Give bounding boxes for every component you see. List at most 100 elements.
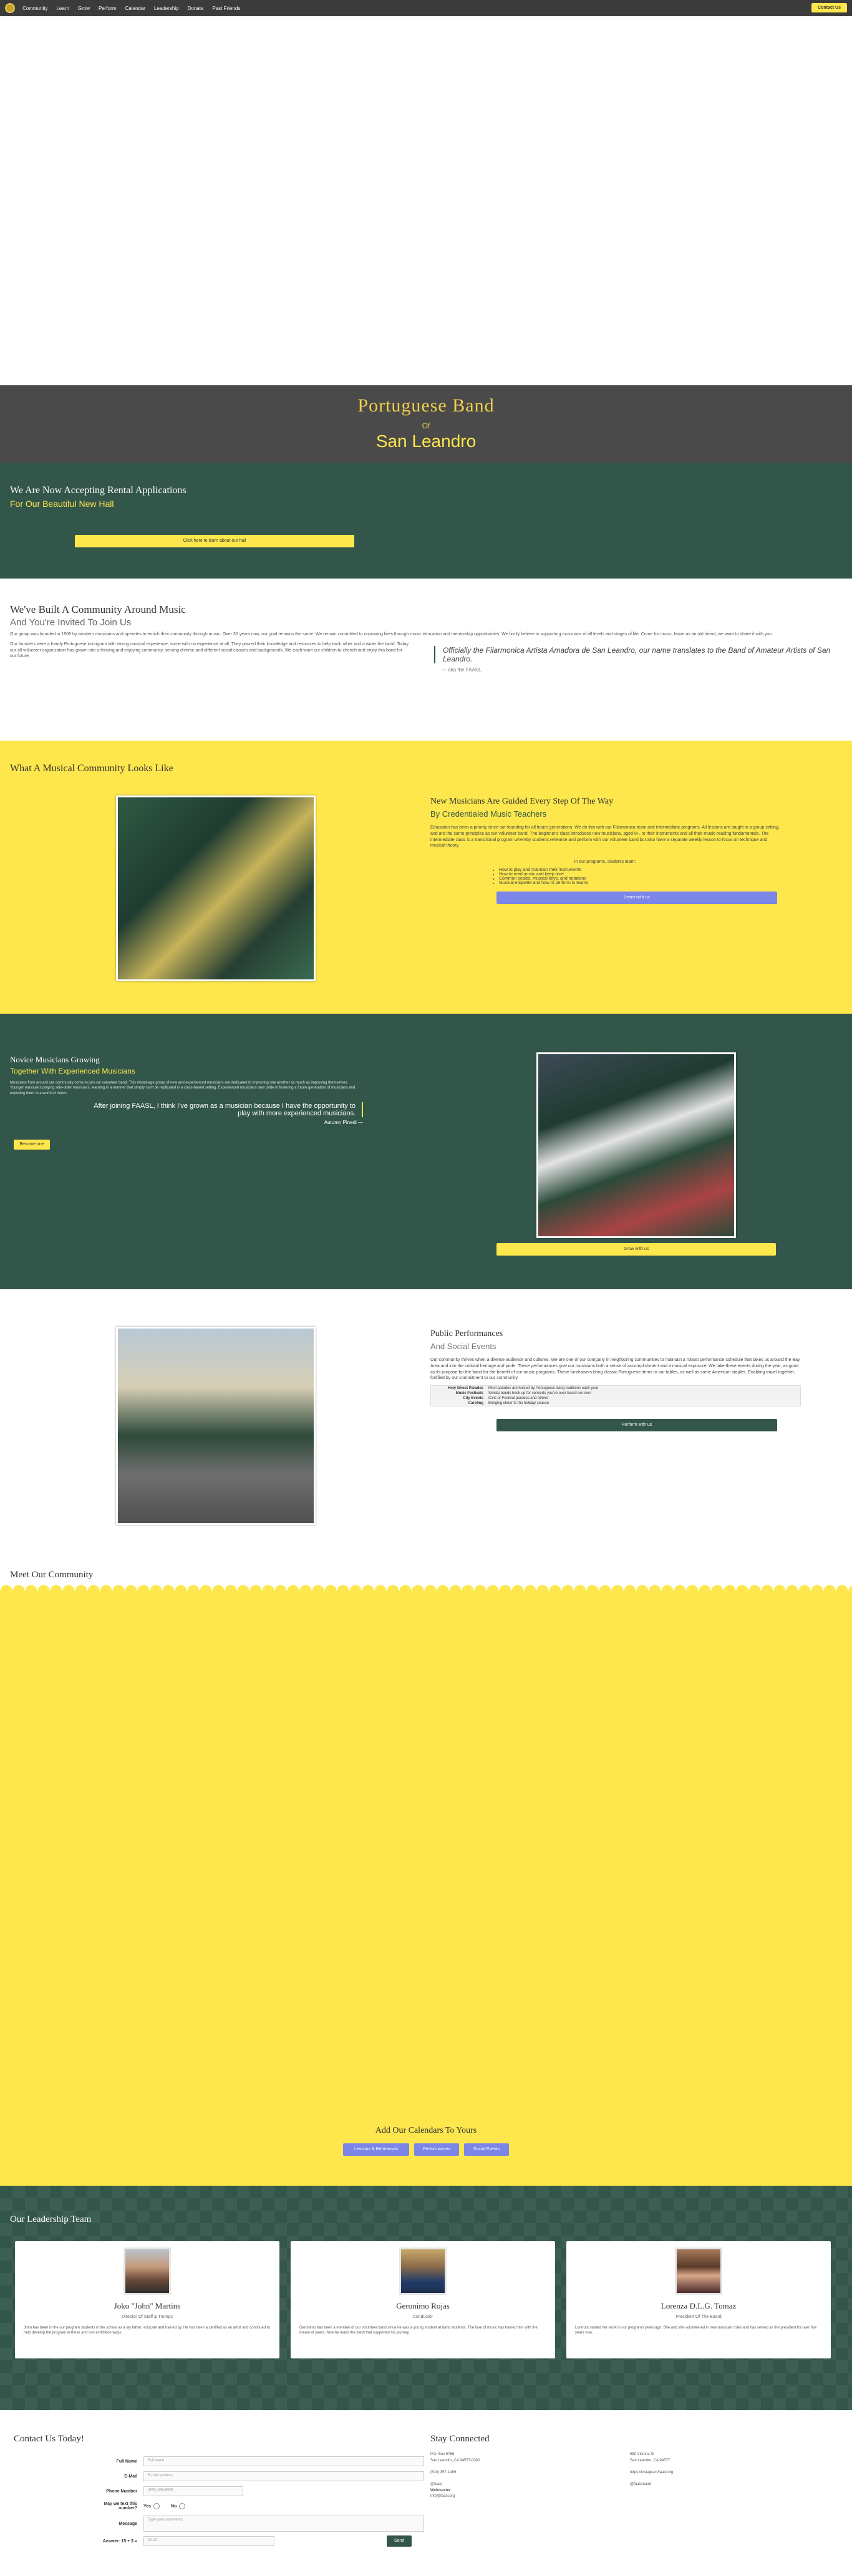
learn-list-intro: In our programs, students learn: <box>574 860 636 865</box>
leader-card: Joko "John" Martins Director Of Staff & … <box>15 2241 279 2358</box>
contact-form: Full Name Full name E-Mail E-mail addres… <box>94 2454 424 2549</box>
nav-donate[interactable]: Donate <box>188 6 204 11</box>
marching-band-photo <box>536 1052 736 1238</box>
table-key: Music Festivals <box>455 1391 483 1396</box>
list-item: How to read music and keep time <box>499 872 780 877</box>
community-section: We've Built A Community Around Music And… <box>0 579 852 741</box>
grow-with-us-button[interactable]: Grow with us <box>496 1243 776 1256</box>
mailing-address: P.O. Box 5766 <box>430 2453 455 2456</box>
radio-circle-icon[interactable] <box>153 2503 160 2509</box>
scallop-divider <box>0 1584 852 1591</box>
mailing-city: San Leandro, CA 94577-0000 <box>430 2458 480 2463</box>
leader-name: Joko "John" Martins <box>114 2301 181 2310</box>
hall-address: 580 Victoria St <box>630 2453 654 2456</box>
learn-about-hall-button[interactable]: Click here to learn about our hall <box>75 535 354 547</box>
nav-calendar[interactable]: Calendar <box>125 6 145 11</box>
form-row: Phone Number (555) 555-5555 <box>94 2484 424 2499</box>
guided-title: New Musicians Are Guided Every Step Of T… <box>430 797 614 806</box>
rental-subheading: For Our Beautiful New Hall <box>10 499 114 509</box>
form-row: E-Mail E-mail address <box>94 2469 424 2484</box>
stay-heading: Stay Connected <box>430 2434 490 2444</box>
avatar <box>675 2247 722 2295</box>
webmaster-label: Webmaster <box>430 2488 451 2492</box>
nav-past-friends[interactable]: Past Friends <box>212 6 240 11</box>
perform-with-us-button[interactable]: Perform with us <box>496 1419 777 1432</box>
nav-perform[interactable]: Perform <box>99 6 116 11</box>
rental-section: We Are Now Accepting Rental Applications… <box>0 463 852 579</box>
meet-community-header: Meet Our Community <box>0 1570 852 1584</box>
public-performances-section: Public Performances And Social Events Ou… <box>0 1289 852 1570</box>
guided-subtitle: By Credentialed Music Teachers <box>430 809 547 819</box>
radio-circle-icon[interactable] <box>179 2503 186 2509</box>
email-field[interactable]: E-mail address <box>143 2471 424 2481</box>
send-button[interactable]: Send <box>387 2535 412 2547</box>
avatar <box>399 2247 447 2295</box>
table-value: Bringing cheer to the holiday season <box>488 1401 549 1406</box>
captcha-label: Answer: 15 + 3 = <box>102 2539 137 2544</box>
testimonial-cite: Autumn Pinedi — <box>324 1120 363 1126</box>
radio-no-label: No <box>171 2504 177 2509</box>
form-row: Full Name Full name <box>94 2454 424 2469</box>
nav-community[interactable]: Community <box>22 6 47 11</box>
webmaster-email[interactable]: Info@faasl.org <box>430 2494 630 2500</box>
instagram-link[interactable]: https://instagram/faasl.org <box>630 2470 830 2476</box>
radio-yes[interactable]: Yes <box>143 2503 160 2509</box>
leadership-section: Our Leadership Team Joko "John" Martins … <box>0 2186 852 2410</box>
events-table: Holy Ghost Parades Most parades are hoste… <box>430 1385 801 1407</box>
band-logo-icon[interactable] <box>5 3 15 13</box>
leader-name: Geronimo Rojas <box>396 2301 450 2310</box>
contact-section: Contact Us Today! Full Name Full name E-… <box>0 2410 852 2576</box>
name-quote: Officially the Filarmonica Artista Amado… <box>434 646 833 664</box>
email-label: E-Mail <box>124 2474 137 2479</box>
become-one-button[interactable]: Become one <box>14 1140 50 1150</box>
musical-community-section: What A Musical Community Looks Like New … <box>0 741 852 1014</box>
leader-role: Conductor <box>412 2315 433 2319</box>
list-item: Common scales, musical keys, and notatio… <box>499 877 780 881</box>
band-handle[interactable]: @faasl.band <box>630 2482 830 2488</box>
contact-us-button[interactable]: Contact Us <box>811 3 847 12</box>
captcha-input[interactable]: 00.00 <box>143 2536 274 2546</box>
name-quote-cite: — aka the FAASL <box>442 667 482 673</box>
top-navbar: Community Learn Grow Perform Calendar Le… <box>0 0 852 16</box>
performances-calendar-button[interactable]: Performances <box>414 2143 459 2156</box>
stay-left-column: P.O. Box 5766 San Leandro, CA 94577-0000… <box>430 2452 630 2500</box>
young-musicians-photo <box>116 795 316 981</box>
hero-subtitle: San Leandro <box>375 431 477 451</box>
calendar-buttons: Lessons & Rehearsals Performances Social… <box>0 2143 852 2156</box>
learn-with-us-button[interactable]: Learn with us <box>496 891 777 904</box>
calendar-heading: Add Our Calendars To Yours <box>375 2126 477 2135</box>
table-row: City Events Civic or Festival parades and… <box>431 1396 800 1401</box>
radio-no[interactable]: No <box>171 2503 186 2509</box>
nav-grow[interactable]: Grow <box>78 6 90 11</box>
table-key: Caroling <box>468 1401 483 1406</box>
form-row: Answer: 15 + 3 = 00.00 Send <box>94 2534 424 2549</box>
rental-heading: We Are Now Accepting Rental Applications <box>10 485 186 496</box>
message-textarea[interactable]: Type your comments <box>143 2516 424 2532</box>
table-value: Most parades are hosted by Portuguese li… <box>488 1387 599 1391</box>
phone-label: Phone Number <box>106 2489 137 2494</box>
leader-bio: Lorenza started her work in our programs… <box>575 2326 817 2335</box>
nav-leadership[interactable]: Leadership <box>154 6 179 11</box>
leader-card: Lorenza D.L.G. Tomaz President Of The Bo… <box>566 2241 831 2358</box>
text-permission-label: May we text this number? <box>104 2502 137 2511</box>
form-row: Message Type your comments <box>94 2514 424 2534</box>
hero-banner: Portuguese Band Of San Leandro <box>0 385 852 463</box>
social-handle[interactable]: @faasl <box>430 2482 630 2488</box>
guided-paragraph: Education has been a priority since our … <box>430 825 780 848</box>
community-subheading: And You're Invited To Join Us <box>10 617 132 628</box>
stay-connected: Stay Connected P.O. Box 5766 San Leandro… <box>430 2434 830 2500</box>
lessons-calendar-button[interactable]: Lessons & Rehearsals <box>343 2143 409 2156</box>
table-value: Civic or Festival parades and others <box>488 1396 548 1401</box>
full-name-input[interactable]: Full name <box>143 2456 424 2466</box>
novice-section: Novice Musicians Growing Together With E… <box>0 1014 852 1289</box>
social-events-calendar-button[interactable]: Social Events <box>464 2143 509 2156</box>
contact-heading: Contact Us Today! <box>14 2434 84 2444</box>
leader-role: Director Of Staff & Trumps <box>122 2315 173 2319</box>
phone-number[interactable]: (510) 357-1489 <box>430 2470 630 2476</box>
message-label: Message <box>119 2521 137 2526</box>
list-item: Musical etiquette and how to perform in … <box>499 881 780 885</box>
novice-paragraph: Musicians from around our community come… <box>10 1081 356 1095</box>
nav-learn[interactable]: Learn <box>56 6 69 11</box>
phone-input[interactable]: (555) 555-5555 <box>143 2486 243 2496</box>
